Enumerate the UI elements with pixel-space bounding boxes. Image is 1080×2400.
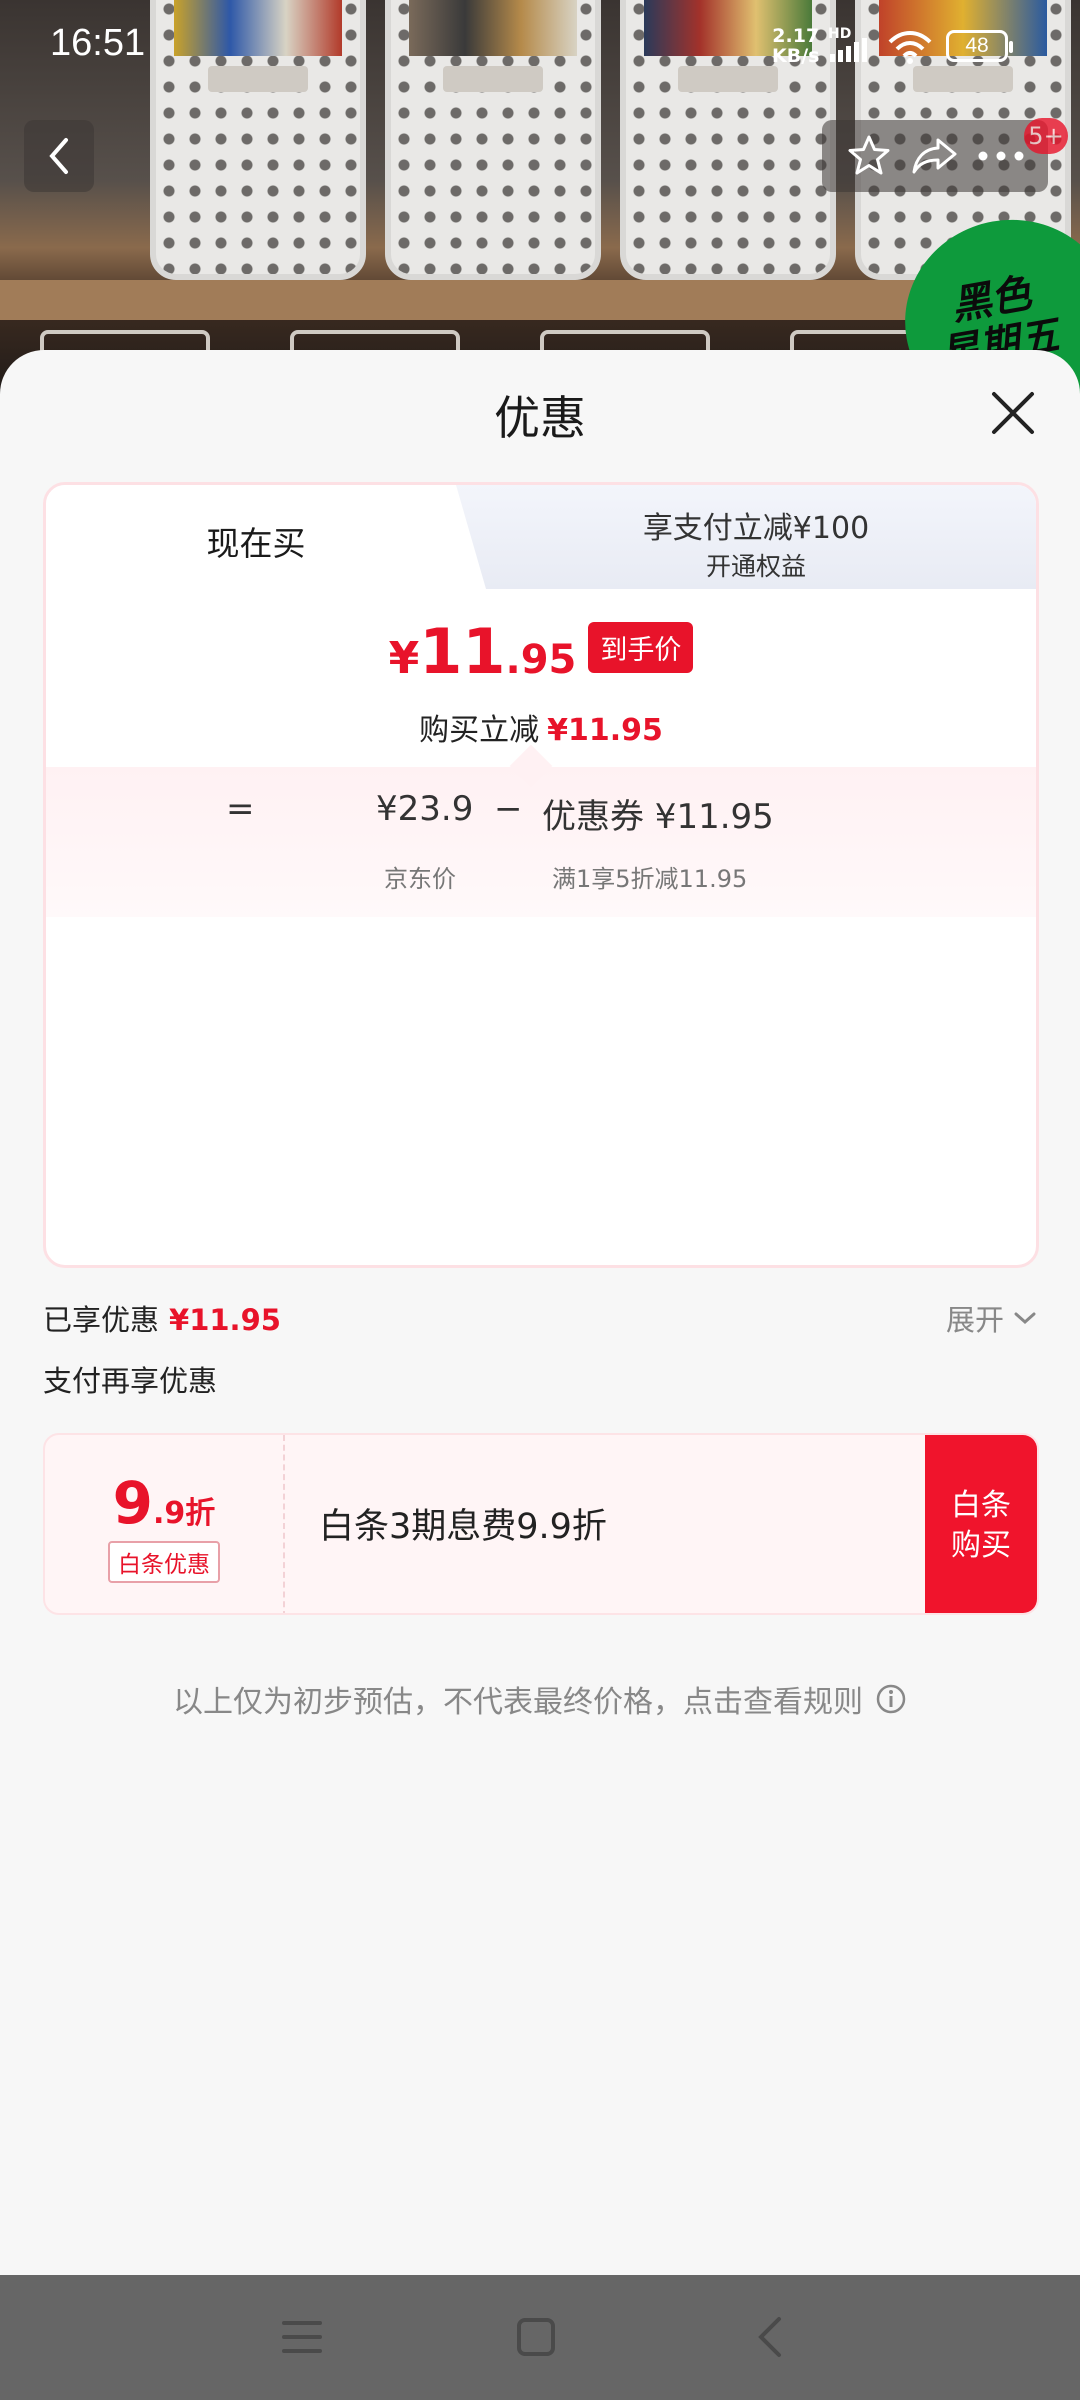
expand-label: 展开 — [945, 1303, 1004, 1337]
net-speed-unit: KB/s — [772, 45, 820, 67]
home-nav-button[interactable] — [506, 2307, 566, 2367]
system-nav-bar — [0, 2275, 1080, 2400]
wifi-icon — [888, 31, 932, 64]
final-price-block: ¥ 11 .95 到手价 购买立减 ¥11.95 — [46, 615, 1036, 749]
coupon-condition: 满1享5折减11.95 — [552, 865, 748, 893]
screen: 5+ 黑色 星期五 16:51 2.17 KB/s HD 48 优惠 现在买 享… — [0, 0, 1080, 2400]
back-nav-button[interactable] — [740, 2307, 800, 2367]
home-icon — [517, 2318, 555, 2356]
minus-sign: − — [494, 789, 523, 829]
more-icon[interactable] — [977, 150, 1025, 162]
battery-indicator: 48 — [946, 30, 1013, 62]
chevron-down-icon — [1014, 1312, 1036, 1325]
tab-buy-now-label: 现在买 — [206, 524, 306, 563]
notification-badge: 5+ — [1024, 118, 1068, 154]
back-icon — [758, 2317, 781, 2357]
tab-payment-discount-sublabel: 开通权益 — [705, 552, 806, 581]
price-integer: 11 — [419, 615, 506, 688]
price-symbol: ¥ — [388, 633, 420, 684]
back-button[interactable] — [24, 120, 94, 192]
baitiao-coupon[interactable]: 9 .9折 白条优惠 白条3期息费9.9折 白条 购买 — [43, 1433, 1039, 1615]
discount-small: .9折 — [153, 1496, 216, 1531]
close-icon[interactable] — [990, 390, 1036, 436]
tab-bar: 现在买 享支付立减¥100 开通权益 — [46, 485, 1036, 589]
share-icon[interactable] — [910, 134, 960, 178]
pay-more-title: 支付再享优惠 — [43, 1364, 218, 1398]
discount-value: 9 .9折 — [113, 1469, 216, 1537]
jd-price-label: 京东价 — [384, 865, 456, 893]
net-speed-value: 2.17 — [772, 25, 820, 47]
enjoyed-discount: 已享优惠 ¥11.95 — [43, 1297, 281, 1339]
coupon-description: 白条3期息费9.9折 — [319, 1507, 607, 1547]
chevron-left-icon — [49, 138, 68, 174]
disclaimer-text: 以上仅为初步预估，不代表最终价格，点击查看规则 — [173, 1685, 863, 1720]
instant-reduction: 购买立减 ¥11.95 — [46, 705, 1036, 749]
final-price-tag: 到手价 — [588, 622, 694, 673]
price-decimal: .95 — [505, 637, 577, 683]
menu-nav-button[interactable] — [272, 2307, 332, 2367]
coupon-amount: 优惠券 ¥11.95 — [542, 797, 774, 837]
tab-payment-discount-label: 享支付立减¥100 — [642, 511, 870, 546]
reduce-value: ¥11.95 — [547, 713, 663, 748]
jd-price: ¥23.9 — [376, 789, 474, 829]
reduce-label: 购买立减 — [419, 713, 540, 748]
sheet-title: 优惠 — [494, 391, 586, 445]
final-price: ¥ 11 .95 到手价 — [46, 615, 1036, 695]
info-icon — [876, 1684, 906, 1714]
rules-link[interactable]: 以上仅为初步预估，不代表最终价格，点击查看规则 — [0, 1677, 1080, 1721]
menu-icon — [282, 2321, 322, 2353]
expand-button[interactable]: 展开 — [946, 1297, 1038, 1339]
signal-icon — [830, 38, 867, 62]
discount-big: 9 — [112, 1469, 154, 1537]
status-bar: 16:51 2.17 KB/s HD 48 — [0, 0, 1080, 90]
buy-button-line2: 购买 — [951, 1528, 1011, 1563]
coupon-discount: 9 .9折 白条优惠 — [45, 1435, 285, 1613]
baitiao-buy-button[interactable]: 白条 购买 — [925, 1435, 1037, 1613]
net-speed: 2.17 KB/s — [772, 26, 819, 66]
price-breakdown: = ¥23.9 京东价 − 优惠券 ¥11.95 满1享5折减11.95 — [46, 767, 1036, 917]
price-card: 现在买 享支付立减¥100 开通权益 ¥ 11 .95 到手价 购买立减 ¥11.… — [43, 482, 1039, 1268]
discount-sheet: 优惠 现在买 享支付立减¥100 开通权益 ¥ 11 .95 到手价 购买立减 … — [0, 350, 1080, 2275]
top-toolbar — [822, 120, 1048, 192]
star-icon[interactable] — [845, 132, 893, 180]
enjoyed-label: 已享优惠 — [43, 1303, 160, 1337]
status-time: 16:51 — [50, 22, 146, 64]
enjoyed-value: ¥11.95 — [169, 1303, 281, 1337]
coupon-tag: 白条优惠 — [108, 1541, 220, 1583]
buy-button-line1: 白条 — [951, 1488, 1011, 1523]
equals-sign: = — [226, 789, 255, 829]
